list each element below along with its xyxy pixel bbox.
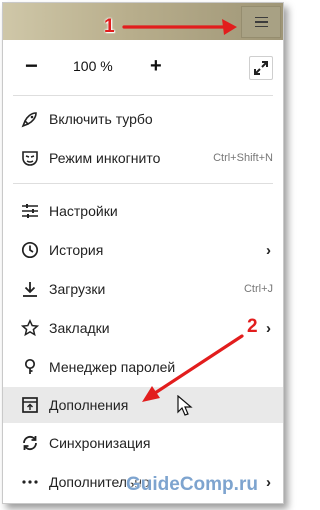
more-dots-icon [22, 480, 38, 484]
menu-item-label: Дополнения [49, 397, 129, 413]
menu-item-history[interactable]: История › [3, 232, 283, 268]
zoom-out-button[interactable]: − [25, 49, 38, 83]
menu-item-label: Синхронизация [49, 435, 151, 451]
key-icon [24, 358, 36, 374]
menu-separator [13, 183, 273, 184]
hamburger-icon [254, 16, 268, 28]
chevron-right-icon: › [266, 319, 271, 337]
menu-item-password-manager[interactable]: Менеджер паролей [3, 349, 283, 385]
menu-item-label: Загрузки [49, 281, 106, 297]
chevron-right-icon: › [266, 241, 271, 259]
mouse-cursor-icon [177, 395, 193, 416]
sliders-icon [22, 204, 38, 218]
menu-item-bookmarks[interactable]: Закладки › [3, 310, 283, 346]
download-icon [23, 282, 37, 297]
rocket-icon [21, 112, 37, 128]
shortcut-hint: Ctrl+J [243, 283, 273, 295]
menu-item-downloads[interactable]: Загрузки Ctrl+J [3, 271, 283, 307]
annotation-marker-2: 2 [247, 316, 258, 337]
menu-item-label: Настройки [49, 203, 118, 219]
watermark: GuideComp.ru [126, 474, 258, 495]
extension-icon [22, 397, 38, 413]
zoom-level: 100 % [73, 58, 113, 74]
menu-item-incognito[interactable]: Режим инкогнито Ctrl+Shift+N [3, 140, 283, 176]
chevron-right-icon: › [266, 473, 271, 491]
fullscreen-button[interactable] [249, 56, 273, 80]
incognito-mask-icon [22, 151, 38, 166]
star-icon [21, 319, 39, 337]
menu-item-sync[interactable]: Синхронизация [3, 425, 283, 461]
browser-menu-panel: − 100 % + Включить турбо Режим инкогнито… [2, 2, 284, 504]
menu-item-label: Закладки [49, 320, 110, 336]
menu-item-label: Менеджер паролей [49, 359, 176, 375]
annotation-marker-1: 1 [104, 16, 115, 37]
browser-toolbar [3, 3, 283, 40]
clock-icon [21, 241, 39, 259]
menu-item-turbo[interactable]: Включить турбо [3, 101, 283, 137]
zoom-in-button[interactable]: + [150, 49, 162, 83]
menu-item-label: История [49, 242, 104, 258]
expand-icon [254, 61, 268, 75]
menu-item-label: Режим инкогнито [49, 150, 161, 166]
menu-separator [13, 95, 273, 96]
menu-item-label: Включить турбо [49, 111, 153, 127]
sync-icon [23, 435, 37, 451]
menu-button[interactable] [241, 6, 281, 38]
zoom-controls: − 100 % + [3, 49, 283, 85]
shortcut-hint: Ctrl+Shift+N [213, 152, 273, 164]
menu-item-extensions[interactable]: Дополнения [3, 387, 283, 423]
menu-item-settings[interactable]: Настройки [3, 193, 283, 229]
